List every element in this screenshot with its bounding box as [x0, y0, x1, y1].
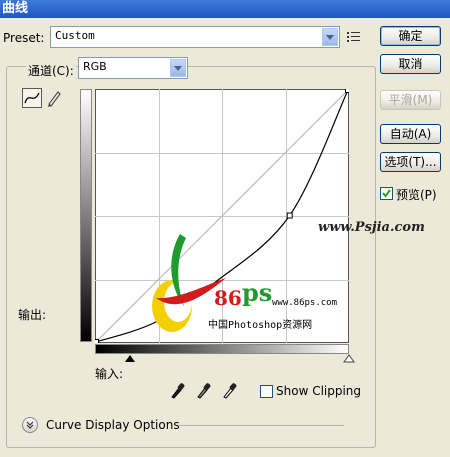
curve-control-point[interactable]	[286, 212, 293, 219]
channel-dropdown[interactable]: RGB	[78, 57, 188, 79]
output-label: 输出:	[18, 308, 47, 322]
preset-label: Preset:	[3, 31, 45, 45]
auto-button[interactable]: 自动(A)	[380, 124, 441, 144]
curve-tool-button[interactable]	[22, 88, 42, 108]
smooth-button[interactable]: 平滑(M)	[380, 90, 441, 110]
logo-86: 86	[214, 286, 242, 310]
channel-dropdown-arrow[interactable]	[170, 59, 186, 77]
logo-cn-text: 中国Photoshop资源网	[208, 320, 313, 331]
title-bar: 曲线	[0, 0, 450, 18]
black-eyedropper-icon[interactable]	[169, 381, 185, 399]
input-gradient-bar	[95, 344, 349, 354]
curve-display-options-label: Curve Display Options	[46, 418, 180, 432]
checkmark-icon	[382, 189, 391, 198]
gray-eyedropper-icon[interactable]	[195, 381, 211, 399]
show-clipping-label: Show Clipping	[276, 384, 362, 398]
curve-display-options-toggle[interactable]	[22, 417, 38, 433]
preview-label: 预览(P)	[396, 188, 437, 202]
preset-options-icon[interactable]	[347, 31, 361, 43]
pencil-tool-icon[interactable]	[46, 89, 62, 107]
black-point-slider[interactable]	[124, 354, 136, 363]
logo-url: www.86ps.com	[272, 298, 338, 308]
ok-button[interactable]: 确定	[380, 26, 441, 46]
preview-checkbox[interactable]	[380, 187, 393, 200]
86ps-logo: 86 ps www.86ps.com 中国Photoshop资源网	[148, 228, 337, 338]
divider	[178, 425, 344, 426]
preset-value: Custom	[55, 29, 95, 42]
options-button[interactable]: 选项(T)...	[380, 152, 441, 172]
preset-dropdown-arrow[interactable]	[322, 28, 338, 46]
white-point-slider[interactable]	[343, 354, 355, 363]
preset-dropdown[interactable]: Custom	[50, 26, 340, 48]
curve-control-point[interactable]	[345, 89, 350, 93]
cancel-button[interactable]: 取消	[380, 54, 441, 74]
channel-value: RGB	[83, 60, 107, 73]
psjia-watermark: www.Psjia.com	[318, 220, 425, 235]
input-label: 输入:	[95, 367, 124, 381]
channel-label: 通道(C):	[26, 62, 76, 79]
output-gradient-bar	[80, 89, 92, 342]
curve-control-point[interactable]	[95, 339, 99, 344]
logo-ps: ps	[242, 278, 273, 307]
curve-tool-icon	[24, 92, 40, 104]
chevron-down-icon	[26, 421, 34, 429]
window-title: 曲线	[2, 1, 29, 16]
white-eyedropper-icon[interactable]	[221, 381, 237, 399]
show-clipping-checkbox[interactable]	[260, 385, 273, 398]
